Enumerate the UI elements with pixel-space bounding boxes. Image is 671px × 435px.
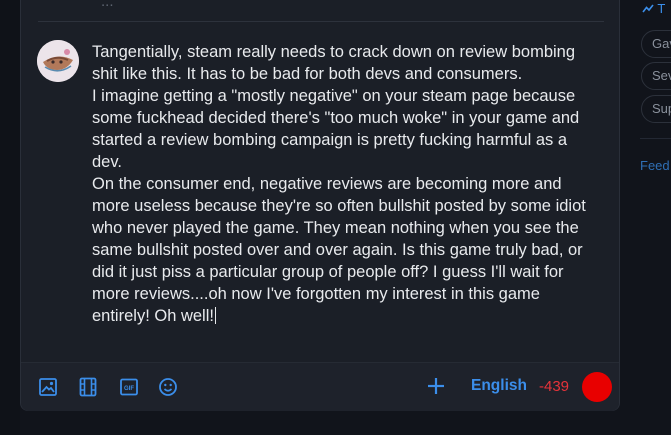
previous-post-fragment: ...	[101, 0, 114, 10]
language-selector[interactable]: English	[471, 377, 527, 395]
gif-icon[interactable]: GIF	[119, 377, 139, 397]
reply-text-area[interactable]: Tangentially, steam really needs to crac…	[92, 41, 592, 327]
composer-divider	[38, 21, 604, 22]
left-gutter	[0, 0, 20, 435]
avatar[interactable]	[37, 40, 79, 82]
video-icon[interactable]	[78, 377, 98, 397]
right-sidebar: T Gav Sev Sup Feed	[620, 0, 671, 435]
trending-icon	[642, 4, 654, 13]
image-icon[interactable]	[38, 377, 58, 397]
reply-text-content: Tangentially, steam really needs to crac…	[92, 43, 586, 325]
sidebar-divider	[640, 138, 671, 139]
trending-label: T	[657, 1, 666, 16]
character-counter: -439	[539, 378, 570, 395]
reply-composer: ... Tangentially, steam really needs to …	[20, 0, 620, 411]
gif-label: GIF	[124, 386, 134, 392]
plus-icon[interactable]	[425, 375, 447, 397]
trend-chip[interactable]: Sev	[641, 62, 671, 90]
feeds-link[interactable]: Feed	[640, 158, 670, 173]
emoji-icon[interactable]	[158, 377, 178, 397]
trending-heading: T	[642, 1, 665, 16]
page: ... Tangentially, steam really needs to …	[0, 0, 671, 435]
composer-toolbar: GIF English -439	[21, 363, 619, 411]
trend-chip[interactable]: Gav	[641, 30, 671, 58]
trend-chip[interactable]: Sup	[641, 95, 671, 123]
send-button[interactable]	[582, 372, 612, 402]
text-caret	[214, 307, 217, 324]
avatar-image	[37, 40, 79, 82]
